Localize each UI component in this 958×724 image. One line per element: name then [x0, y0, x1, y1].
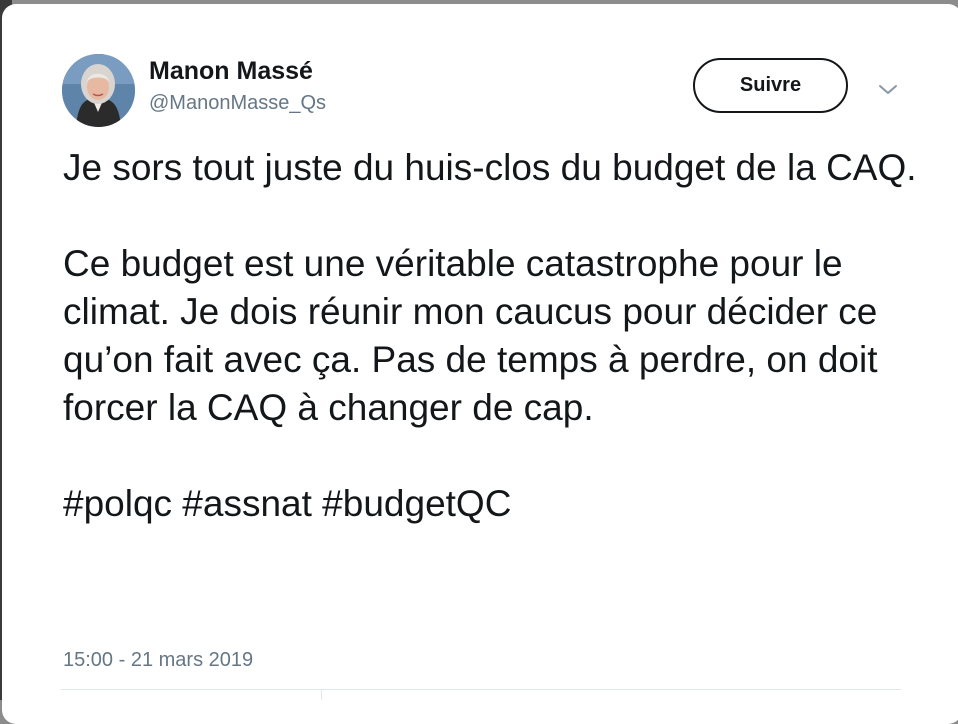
- divider: [321, 689, 322, 700]
- avatar[interactable]: [62, 54, 135, 127]
- tweet-paragraph: Je sors tout juste du huis-clos du budge…: [63, 147, 917, 188]
- tweet-text: Je sors tout juste du huis-clos du budge…: [63, 144, 923, 528]
- tweet-timestamp[interactable]: 15:00 - 21 mars 2019: [63, 649, 253, 672]
- tweet-paragraph: Ce budget est une véritable catastrophe …: [63, 243, 878, 428]
- chevron-down-icon[interactable]: [876, 78, 900, 102]
- tweet-card: Manon Massé @ManonMasse_Qs Suivre Je sor…: [2, 4, 958, 724]
- author-name[interactable]: Manon Massé: [149, 57, 313, 86]
- divider: [61, 689, 901, 690]
- avatar-portrait-image: [62, 54, 135, 127]
- author-handle[interactable]: @ManonMasse_Qs: [149, 92, 326, 115]
- tweet-hashtags[interactable]: #polqc #assnat #budgetQC: [63, 480, 923, 528]
- follow-button[interactable]: Suivre: [693, 58, 848, 113]
